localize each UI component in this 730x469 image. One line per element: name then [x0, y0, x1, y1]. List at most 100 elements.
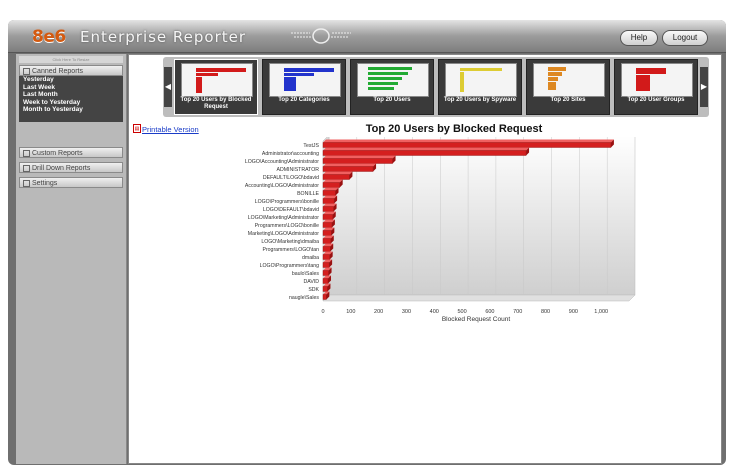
y-category-label: Programmers\LOGO\tan: [262, 247, 319, 253]
y-category-label: LOGO\DEFAULT\bdavid: [263, 207, 319, 213]
sidebar-resize-bar[interactable]: Click Here To Resize: [19, 56, 123, 63]
app-window: 8e6 Enterprise Reporter Help Logout Clic…: [8, 20, 726, 465]
thumbnail-top-users-spyware[interactable]: Top 20 Users by Spyware: [438, 59, 522, 115]
y-category-label: LOGO\Programmers\bonille: [255, 199, 319, 205]
y-category-label: LOGO\Programmers\tang: [260, 263, 320, 269]
x-tick-label: 0: [321, 309, 324, 315]
thumbnail-label: Top 20 Categories: [278, 97, 330, 103]
thumbnail-preview: [357, 63, 429, 97]
pdf-icon[interactable]: ▤: [133, 124, 141, 133]
sidebar-section-custom-reports[interactable]: Custom Reports: [19, 147, 123, 158]
y-category-label: Administrator\accounting: [262, 151, 319, 157]
bar-top: [323, 155, 396, 159]
sidebar-section-settings[interactable]: Settings: [19, 177, 123, 188]
thumbnail-top-users[interactable]: Top 20 Users: [350, 59, 434, 115]
help-button[interactable]: Help: [620, 30, 658, 46]
bar: [322, 286, 328, 292]
x-tick-label: 200: [374, 309, 383, 315]
bar: [322, 294, 327, 300]
thumbnail-label: Top 20 User Groups: [627, 97, 685, 103]
thumbnail-top-user-groups[interactable]: Top 20 User Groups: [614, 59, 698, 115]
sidebar: Click Here To Resize Canned Reports Yest…: [16, 54, 127, 464]
bar: [322, 190, 336, 196]
y-category-label: LOGO\Accounting\Administrator: [245, 159, 319, 165]
bar: [322, 150, 527, 156]
bar: [322, 270, 329, 276]
title-bar: 8e6 Enterprise Reporter Help Logout: [8, 20, 726, 53]
thumbnail-preview: [269, 63, 341, 97]
y-category-label: baulo\Sales: [292, 271, 320, 277]
expand-icon: [23, 179, 30, 187]
thumbnail-preview: [621, 63, 693, 97]
x-tick-label: 500: [457, 309, 466, 315]
y-category-label: dmaiba: [302, 255, 319, 261]
y-category-label: ADMINISTRATOR: [277, 167, 320, 173]
bar: [322, 174, 350, 180]
sidebar-section-canned-reports[interactable]: Canned Reports: [19, 65, 123, 76]
bar: [322, 182, 340, 188]
bar: [322, 222, 333, 228]
y-category-label: Accounting\LOGO\Administrator: [245, 183, 319, 189]
bar-top: [323, 171, 353, 175]
thumbnail-top-categories[interactable]: Top 20 Categories: [262, 59, 346, 115]
bar: [322, 278, 329, 284]
sidebar-section-drill-down-reports[interactable]: Drill Down Reports: [19, 162, 123, 173]
x-tick-label: 100: [346, 309, 355, 315]
bar-top: [323, 179, 343, 183]
thumbnail-top-sites[interactable]: Top 20 Sites: [526, 59, 610, 115]
thumbnail-preview: [445, 63, 517, 97]
y-category-label: Marketing\LOGO\Administrator: [248, 231, 319, 237]
sidebar-section-label: Custom Reports: [32, 150, 83, 157]
scroll-left-arrow-icon[interactable]: ◀: [164, 67, 172, 107]
bar-chart: 0 100 200 300 400 500 600 700 800 900 1,000 TestJS A…: [245, 137, 636, 323]
y-category-label: TestJS: [303, 143, 319, 149]
x-tick-label: 600: [485, 309, 494, 315]
thumbnail-chart-icon: [284, 68, 334, 91]
thumbnail-chart-icon: [636, 68, 666, 91]
bar: [322, 158, 393, 164]
sidebar-item-yesterday[interactable]: Yesterday: [19, 76, 123, 84]
y-category-label: naugle\Sales: [289, 295, 319, 301]
chart-title: Top 20 Users by Blocked Request: [365, 123, 543, 135]
thumbnail-preview: [533, 63, 605, 97]
x-tick-label: 700: [513, 309, 522, 315]
thumbnail-label: Top 20 Users by Blocked Request: [180, 97, 252, 110]
sidebar-section-label: Drill Down Reports: [32, 165, 91, 172]
x-axis-title: Blocked Request Count: [442, 316, 510, 323]
x-tick-label: 400: [430, 309, 439, 315]
y-category-label: Programmers\LOGO\bonille: [255, 223, 319, 229]
printable-version-link[interactable]: Printable Version: [142, 125, 199, 134]
y-category-label: DEFAULT\LOGO\bdavid: [263, 175, 319, 181]
scroll-right-arrow-icon[interactable]: ▶: [700, 67, 708, 107]
bar-top: [323, 139, 614, 143]
bar-top: [323, 163, 377, 167]
sidebar-section-label: Settings: [32, 180, 58, 187]
canned-reports-list: Yesterday Last Week Last Month Week to Y…: [19, 76, 123, 122]
y-category-label: SDK: [308, 287, 319, 293]
sidebar-item-month-to-yesterday[interactable]: Month to Yesterday: [19, 106, 123, 114]
thumbnail-label: Top 20 Users by Spyware: [443, 97, 517, 103]
report-thumbnail-strip: ◀ ▶ Top 20 Users by Blocked Request Top …: [163, 57, 709, 117]
y-category-label: LOGO\Marketing\dmaiba: [261, 239, 319, 245]
sidebar-item-last-week[interactable]: Last Week: [19, 84, 123, 92]
main-content: ◀ ▶ Top 20 Users by Blocked Request Top …: [128, 54, 722, 464]
bar: [322, 230, 332, 236]
thumbnail-chart-icon: [548, 67, 566, 90]
x-tick-label: 800: [541, 309, 550, 315]
thumbnail-preview: [181, 63, 253, 97]
bar: [322, 166, 374, 172]
bar-top: [323, 147, 530, 151]
thumbnail-top-users-blocked[interactable]: Top 20 Users by Blocked Request: [174, 59, 258, 115]
logout-button[interactable]: Logout: [662, 30, 708, 46]
app-frame: 8e6 Enterprise Reporter Help Logout Clic…: [0, 0, 730, 469]
sidebar-item-last-month[interactable]: Last Month: [19, 91, 123, 99]
plot-floor: [322, 294, 636, 302]
x-tick-label: 300: [402, 309, 411, 315]
brand-logo: 8e6: [32, 27, 66, 47]
wings-emblem-icon: [291, 28, 351, 44]
expand-icon: [23, 149, 30, 157]
bar: [322, 142, 612, 148]
bar: [322, 238, 331, 244]
sidebar-item-week-to-yesterday[interactable]: Week to Yesterday: [19, 99, 123, 107]
y-category-label: DAVID: [304, 279, 320, 285]
